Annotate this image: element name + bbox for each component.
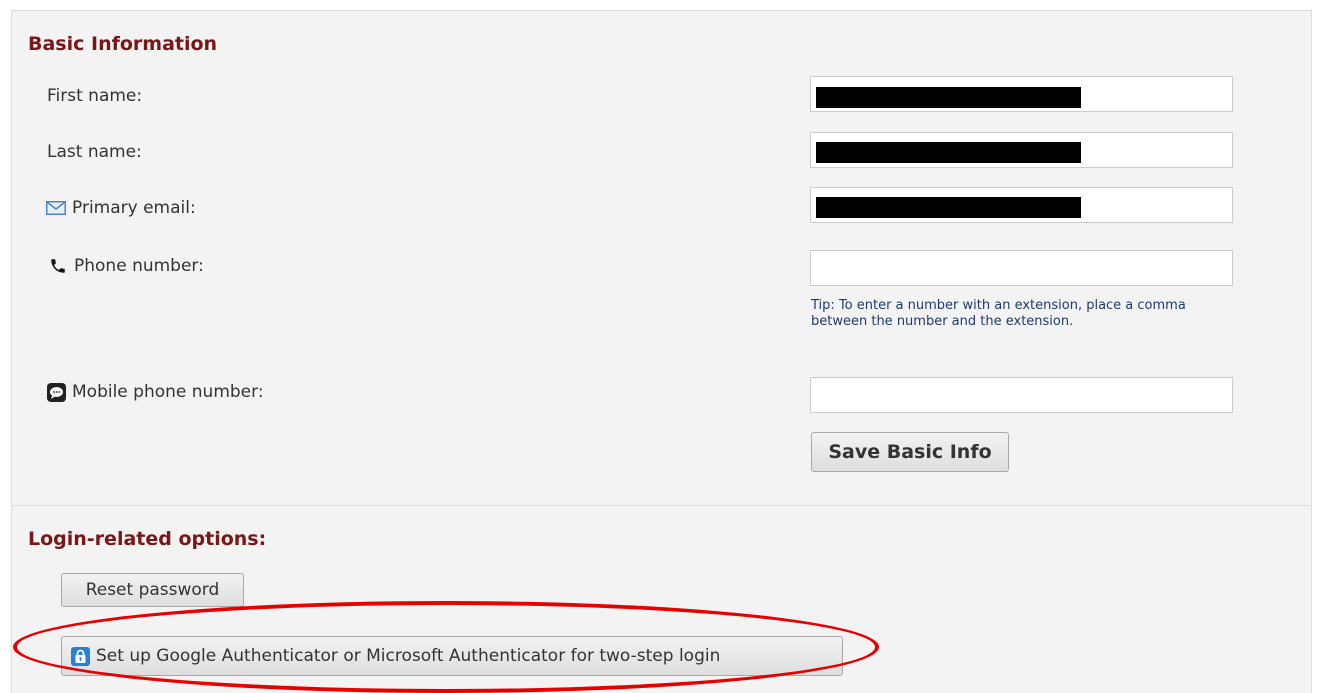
phone-extension-tip: Tip: To enter a number with an extension…	[811, 298, 1186, 329]
primary-email-label-text: Primary email:	[72, 198, 196, 218]
section-divider	[11, 505, 1312, 506]
phone-number-label-text: Phone number:	[74, 256, 204, 276]
redaction-bar	[816, 197, 1081, 218]
setup-authenticator-button[interactable]: Set up Google Authenticator or Microsoft…	[61, 636, 843, 676]
setup-authenticator-label: Set up Google Authenticator or Microsoft…	[96, 646, 721, 666]
lock-icon	[71, 646, 90, 666]
basic-info-title: Basic Information	[28, 33, 218, 55]
mobile-phone-label: Mobile phone number:	[46, 382, 264, 402]
mobile-phone-input[interactable]	[810, 377, 1233, 413]
phone-number-label: Phone number:	[48, 256, 204, 276]
phone-icon	[48, 257, 68, 275]
redaction-bar	[816, 87, 1081, 108]
last-name-label-text: Last name:	[47, 142, 142, 162]
sms-icon	[46, 382, 66, 402]
reset-password-button[interactable]: Reset password	[61, 573, 244, 607]
envelope-icon	[46, 199, 66, 217]
first-name-label: First name:	[47, 86, 142, 106]
first-name-label-text: First name:	[47, 86, 143, 106]
phone-number-input[interactable]	[810, 250, 1233, 286]
mobile-phone-label-text: Mobile phone number:	[72, 382, 264, 402]
save-basic-info-button[interactable]: Save Basic Info	[811, 432, 1009, 472]
primary-email-label: Primary email:	[46, 198, 196, 218]
login-options-title: Login-related options:	[28, 528, 267, 550]
last-name-label: Last name:	[47, 142, 142, 162]
redaction-bar	[816, 142, 1081, 163]
